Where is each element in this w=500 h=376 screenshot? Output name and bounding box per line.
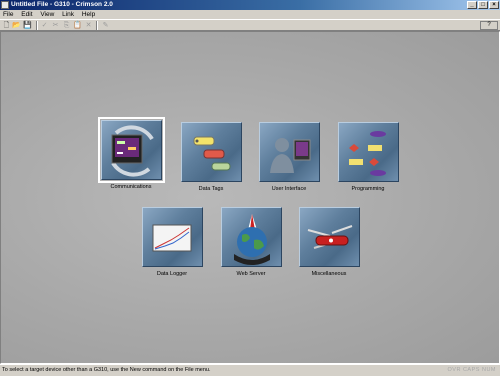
delete-icon[interactable]: ✕ <box>84 21 93 30</box>
app-icon <box>1 1 9 9</box>
minimize-button[interactable]: _ <box>467 1 477 9</box>
paste-icon[interactable]: 📋 <box>73 21 82 30</box>
title-bar: Untitled File - G310 - Crimson 2.0 _ □ × <box>0 0 500 10</box>
user-interface-icon <box>270 138 311 173</box>
status-bar: To select a target device other than a G… <box>0 364 500 376</box>
data-logger-tile[interactable] <box>142 207 203 267</box>
help-pointer-button[interactable]: ? <box>480 21 498 30</box>
undo-icon[interactable]: ✓ <box>40 21 49 30</box>
open-file-icon[interactable]: 📂 <box>12 21 21 30</box>
programming-tile[interactable] <box>338 122 399 182</box>
toolbar-separator <box>36 21 38 30</box>
menu-bar: File Edit View Link Help <box>0 10 500 19</box>
toolbar: 🗋 📂 💾 ✓ ✂ ⎘ 📋 ✕ ✎ ? <box>0 19 500 31</box>
communications-icon <box>111 125 154 177</box>
data-tags-label[interactable]: Data Tags <box>171 186 251 192</box>
web-server-tile[interactable] <box>221 207 282 267</box>
save-icon[interactable]: 💾 <box>23 21 32 30</box>
miscellaneous-tile[interactable] <box>299 207 360 267</box>
communications-label[interactable]: Communications <box>91 184 171 190</box>
status-message: To select a target device other than a G… <box>2 367 211 373</box>
globe-icon <box>234 214 270 265</box>
menu-help[interactable]: Help <box>82 11 95 18</box>
web-server-label[interactable]: Web Server <box>211 271 291 277</box>
miscellaneous-label[interactable]: Miscellaneous <box>289 271 369 277</box>
copy-icon[interactable]: ⎘ <box>62 21 71 30</box>
maximize-button[interactable]: □ <box>478 1 488 9</box>
edit-icon[interactable]: ✎ <box>101 21 110 30</box>
programming-label[interactable]: Programming <box>328 186 408 192</box>
window-controls: _ □ × <box>467 1 499 9</box>
programming-icon <box>349 131 386 176</box>
menu-link[interactable]: Link <box>62 11 74 18</box>
communications-tile[interactable] <box>98 117 165 183</box>
data-logger-label[interactable]: Data Logger <box>132 271 212 277</box>
menu-view[interactable]: View <box>40 11 54 18</box>
toolbar-separator <box>96 21 98 30</box>
swiss-knife-icon <box>307 225 353 249</box>
tag-icon <box>193 136 231 171</box>
workspace: Communications Data Tags User Interface <box>0 31 500 364</box>
window-title: Untitled File - G310 - Crimson 2.0 <box>11 1 113 8</box>
new-file-icon[interactable]: 🗋 <box>2 21 11 30</box>
user-interface-label[interactable]: User Interface <box>249 186 329 192</box>
cut-icon[interactable]: ✂ <box>51 21 60 30</box>
menu-file[interactable]: File <box>3 11 13 18</box>
data-tags-tile[interactable] <box>181 122 242 182</box>
user-interface-tile[interactable] <box>259 122 320 182</box>
close-button[interactable]: × <box>489 1 499 9</box>
keyboard-indicators: OVR CAPS NUM <box>447 367 496 373</box>
menu-edit[interactable]: Edit <box>21 11 32 18</box>
graph-icon <box>152 224 192 252</box>
